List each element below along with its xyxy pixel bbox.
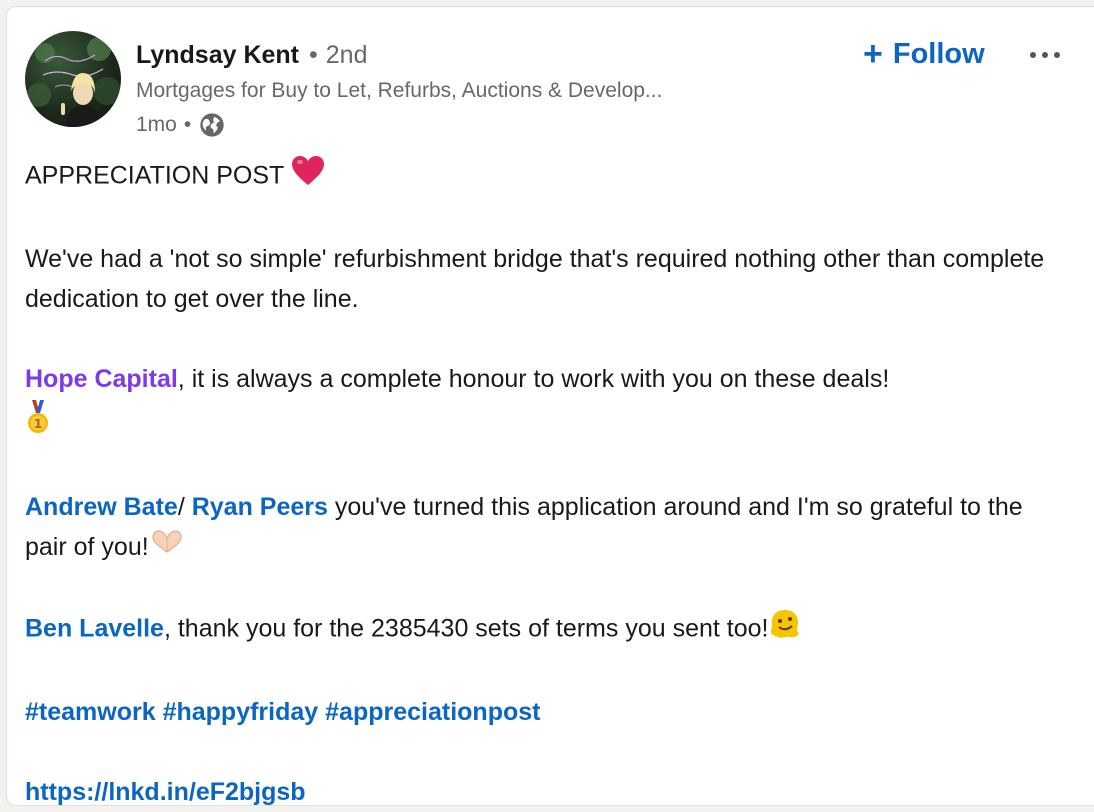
post-time: 1mo (136, 113, 177, 136)
company-mention-hope-capital[interactable]: Hope Capital (25, 365, 178, 393)
post-paragraph-1: We've had a 'not so simple' refurbishmen… (25, 245, 1045, 313)
post-hashtags: #teamwork #happyfriday #appreciationpost (25, 692, 1065, 732)
post-paragraph-3: Andrew Bate/ Ryan Peers you've turned th… (25, 487, 1065, 568)
first-place-medal-icon: 1 (25, 399, 51, 447)
mention-ben-lavelle[interactable]: Ben Lavelle (25, 615, 164, 643)
post-card: Lyndsay Kent • 2nd Mortgages for Buy to … (6, 6, 1094, 806)
author-line: Lyndsay Kent • 2nd (136, 41, 368, 70)
hashtag-happyfriday[interactable]: #happyfriday (163, 698, 319, 726)
avatar[interactable] (25, 31, 121, 127)
separator: • (309, 41, 318, 69)
hashtag-teamwork[interactable]: #teamwork (25, 698, 156, 726)
author-name[interactable]: Lyndsay Kent (136, 41, 299, 70)
follow-button[interactable]: + Follow (855, 33, 993, 75)
more-options-button[interactable] (1025, 37, 1065, 73)
post-paragraph-2: Hope Capital, it is always a complete ho… (25, 359, 1065, 447)
post-paragraph-4: Ben Lavelle, thank you for the 2385430 s… (25, 608, 1065, 652)
paragraph-2-text: , it is always a complete honour to work… (177, 365, 890, 393)
post-title: APPRECIATION POST (25, 161, 284, 190)
ellipsis-icon (1030, 52, 1060, 58)
separator: • (183, 113, 192, 136)
globe-icon (198, 111, 226, 139)
hashtag-appreciationpost[interactable]: #appreciationpost (325, 698, 540, 726)
post-link[interactable]: https://lnkd.in/eF2bjgsb (25, 778, 306, 806)
mention-andrew-bate[interactable]: Andrew Bate (25, 493, 178, 521)
mention-ryan-peers[interactable]: Ryan Peers (192, 493, 328, 521)
mention-separator: / (177, 493, 192, 521)
svg-text:1: 1 (34, 417, 42, 431)
paragraph-4-text: , thank you for the 2385430 sets of term… (163, 615, 769, 643)
heart-hands-icon (149, 528, 185, 568)
author-headline: Mortgages for Buy to Let, Refurbs, Aucti… (136, 79, 663, 102)
red-heart-icon (291, 155, 325, 199)
follow-label: Follow (892, 37, 985, 70)
post-title-line: APPRECIATION POST (25, 155, 1065, 199)
plus-icon: + (863, 35, 883, 73)
post-meta: 1mo • (136, 111, 226, 139)
post-link-line: https://lnkd.in/eF2bjgsb (25, 772, 1065, 812)
melting-face-icon (768, 608, 802, 652)
connection-degree: 2nd (325, 41, 368, 69)
post-body: APPRECIATION POST We've had a 'not so si… (25, 155, 1065, 812)
avatar-image (27, 37, 121, 127)
